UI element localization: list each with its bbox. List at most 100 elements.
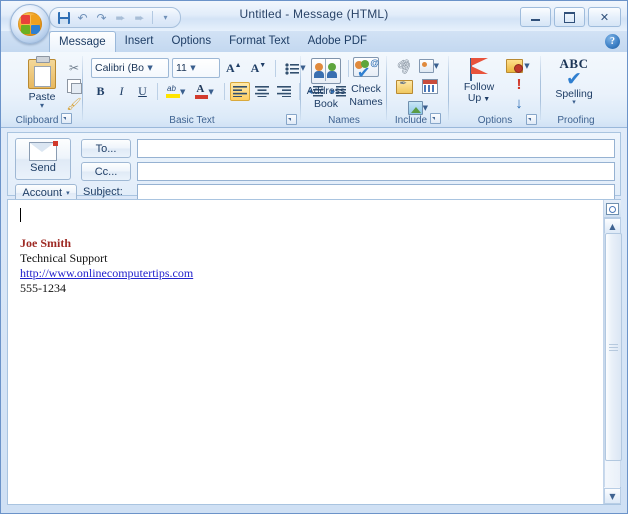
subject-label: Subject: <box>83 186 123 198</box>
chevron-down-icon[interactable]: ▾ <box>19 102 65 110</box>
high-importance-button[interactable]: ! <box>503 75 535 94</box>
office-button[interactable] <box>10 4 50 44</box>
bold-icon: B <box>96 84 105 98</box>
minimize-button[interactable] <box>520 7 551 27</box>
chevron-down-icon[interactable]: ▼ <box>481 96 490 103</box>
attach-file-button[interactable]: 🖇 <box>393 54 415 76</box>
underline-icon: U <box>138 84 147 98</box>
ribbon-tab-strip: Message Insert Options Format Text Adobe… <box>1 31 627 53</box>
scroll-up-button[interactable]: ▲ <box>604 218 621 234</box>
chevron-down-icon[interactable]: ▼ <box>180 88 185 96</box>
highlight-button[interactable]: ab ▼ <box>163 82 190 101</box>
envelope-icon <box>29 141 58 161</box>
select-browse-object-icon[interactable] <box>604 200 621 218</box>
tab-message[interactable]: Message <box>49 31 116 53</box>
scissors-icon: ✂ <box>68 60 80 75</box>
grow-font-icon: A▲ <box>226 60 242 75</box>
scroll-down-button[interactable]: ▼ <box>604 488 621 504</box>
ribbon-group-clipboard: Paste ▾ ✂ 🖌 Clipboard <box>5 52 83 127</box>
send-button[interactable]: Send <box>15 138 71 180</box>
address-book-button[interactable]: Address Book <box>305 56 347 110</box>
underline-button[interactable]: U <box>133 82 152 101</box>
close-button[interactable]: ✕ <box>588 7 621 27</box>
chevron-down-icon[interactable]: ▼ <box>524 62 529 70</box>
body-vertical-scrollbar[interactable]: ▲ ▼ <box>603 200 622 504</box>
address-book-label-1: Address <box>306 85 346 97</box>
clipboard-dialog-launcher[interactable] <box>61 113 73 124</box>
scrollbar-thumb[interactable] <box>605 233 622 461</box>
business-card-button[interactable]: ▼ <box>419 56 441 75</box>
check-names-button[interactable]: @ ✔ Check Names <box>345 56 387 108</box>
title-bar: ↶ ↷ ➨ ➨ ▾ Untitled - Message (HTML) ✕ <box>1 1 627 44</box>
cut-button[interactable]: ✂ <box>65 59 83 76</box>
tab-options[interactable]: Options <box>162 31 220 52</box>
tab-insert[interactable]: Insert <box>116 31 163 52</box>
ribbon: Paste ▾ ✂ 🖌 Clipboard Calibri (Bo ▼ 11 ▼… <box>1 52 627 128</box>
italic-button[interactable]: I <box>112 82 131 101</box>
align-right-button[interactable] <box>274 82 294 101</box>
flag-icon <box>465 56 493 82</box>
bold-button[interactable]: B <box>91 82 110 101</box>
include-dialog-launcher[interactable] <box>430 113 442 124</box>
check-names-icon: @ ✔ <box>351 57 381 82</box>
chevron-down-icon[interactable]: ▼ <box>423 104 428 112</box>
signature-name: Joe Smith <box>20 236 71 250</box>
group-label-names: Names <box>328 115 360 126</box>
to-input[interactable] <box>137 139 615 158</box>
font-color-button[interactable]: A ▼ <box>192 82 218 101</box>
paste-button[interactable]: Paste ▾ <box>19 56 65 110</box>
calendar-icon <box>422 79 438 94</box>
ribbon-group-basic-text: Calibri (Bo ▼ 11 ▼ A▲ A▼ ▼ B I U ab ▼ A … <box>83 52 372 127</box>
signature-phone: 555-1234 <box>20 281 66 295</box>
tab-format-text[interactable]: Format Text <box>220 31 299 52</box>
align-left-icon <box>232 86 247 97</box>
chevron-down-icon[interactable]: ▾ <box>66 189 70 197</box>
permission-button[interactable]: ▼ <box>503 56 535 75</box>
low-importance-button[interactable]: ↓ <box>503 94 535 113</box>
chevron-down-icon[interactable]: ▼ <box>144 64 156 72</box>
signature-button[interactable] <box>393 77 415 96</box>
format-painter-button[interactable]: 🖌 <box>65 95 83 112</box>
group-label-basic-text: Basic Text <box>83 114 301 126</box>
ribbon-group-proofing: ABC ✔ Spelling ▾ Proofing <box>541 52 611 127</box>
help-icon[interactable]: ? <box>605 34 620 49</box>
align-left-button[interactable] <box>229 82 250 101</box>
maximize-button[interactable] <box>554 7 585 27</box>
font-size-combo[interactable]: 11 ▼ <box>172 58 220 78</box>
basic-text-dialog-launcher[interactable] <box>286 114 297 125</box>
low-importance-icon: ↓ <box>515 95 523 112</box>
window-controls: ✕ <box>520 7 621 27</box>
align-center-icon <box>254 86 269 97</box>
address-book-icon <box>311 58 341 84</box>
font-name-combo[interactable]: Calibri (Bo ▼ <box>91 58 169 78</box>
chevron-down-icon[interactable]: ▼ <box>208 88 213 96</box>
calendar-button[interactable] <box>419 77 441 96</box>
clipboard-mini-buttons: ✂ 🖌 <box>65 59 83 113</box>
cc-input[interactable] <box>137 162 615 181</box>
copy-icon <box>67 78 82 94</box>
italic-icon: I <box>119 84 124 98</box>
chevron-down-icon[interactable]: ▼ <box>434 62 439 70</box>
scrollbar-track[interactable] <box>604 233 622 487</box>
bullets-icon <box>285 62 300 75</box>
follow-up-button[interactable]: Follow Up ▼ <box>457 56 501 105</box>
copy-button[interactable] <box>65 77 83 94</box>
address-book-label-2: Book <box>314 98 338 110</box>
spelling-button[interactable]: ABC ✔ Spelling ▾ <box>547 56 601 106</box>
chevron-down-icon[interactable]: ▾ <box>547 99 601 106</box>
to-button[interactable]: To... <box>81 139 131 158</box>
align-center-button[interactable] <box>252 82 272 101</box>
grow-font-button[interactable]: A▲ <box>223 59 245 78</box>
business-card-icon <box>419 58 434 73</box>
signature-website-link[interactable]: http://www.onlinecomputertips.com <box>20 266 595 281</box>
message-body-editor[interactable]: Joe Smith Technical Support http://www.o… <box>8 200 603 504</box>
cc-button[interactable]: Cc... <box>81 162 131 181</box>
signature-title: Technical Support <box>20 251 108 265</box>
tab-adobe-pdf[interactable]: Adobe PDF <box>299 31 376 52</box>
font-name-value: Calibri (Bo <box>95 62 145 74</box>
text-cursor <box>20 208 21 222</box>
shrink-font-button[interactable]: A▼ <box>248 59 270 78</box>
group-label-include: Include <box>387 113 449 126</box>
chevron-down-icon[interactable]: ▼ <box>187 64 199 72</box>
options-dialog-launcher[interactable] <box>526 114 537 125</box>
